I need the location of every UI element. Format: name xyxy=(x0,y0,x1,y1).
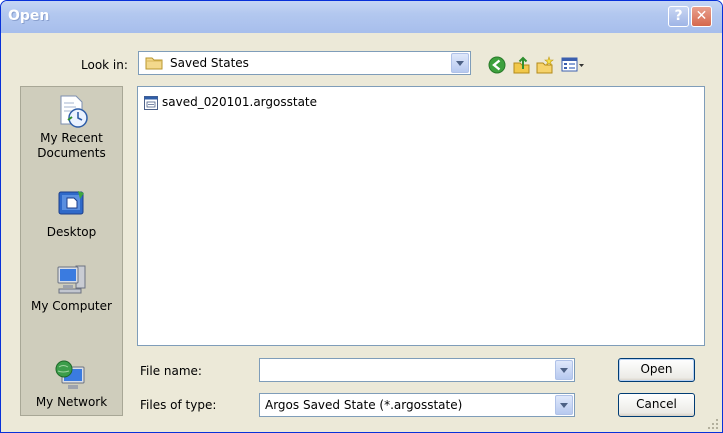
files-of-type-combo[interactable]: Argos Saved State (*.argosstate) xyxy=(259,393,575,417)
file-name-combo[interactable] xyxy=(259,358,575,382)
place-label: Desktop xyxy=(46,225,97,239)
close-button[interactable]: ✕ xyxy=(691,6,712,27)
open-dialog: Open ? ✕ Look in: Saved States My Recent… xyxy=(0,0,723,433)
look-in-label: Look in: xyxy=(81,58,128,72)
open-button[interactable]: Open xyxy=(618,358,695,382)
place-my-computer[interactable]: My Computer xyxy=(21,261,122,314)
resize-grip-icon[interactable] xyxy=(707,418,719,430)
look-in-dropdown-arrow[interactable] xyxy=(451,53,469,73)
help-button[interactable]: ? xyxy=(668,6,689,27)
my-network-icon xyxy=(55,360,84,389)
file-name-input[interactable] xyxy=(262,361,558,379)
back-icon[interactable] xyxy=(487,55,507,75)
places-bar: My Recent Documents Desktop My Computer xyxy=(20,86,123,416)
folder-icon xyxy=(145,57,163,70)
place-my-recent-documents[interactable]: My Recent Documents xyxy=(21,93,122,161)
title-bar[interactable]: Open ? ✕ xyxy=(1,1,722,33)
recent-documents-icon xyxy=(60,95,88,128)
look-in-combo[interactable]: Saved States xyxy=(138,51,471,75)
file-icon xyxy=(144,96,158,110)
new-folder-icon[interactable] xyxy=(535,55,555,75)
file-name: saved_020101.argosstate xyxy=(162,95,318,109)
file-list[interactable]: saved_020101.argosstate xyxy=(137,86,705,346)
files-of-type-dropdown-arrow[interactable] xyxy=(555,395,573,415)
place-label: My Recent Documents xyxy=(37,131,106,160)
place-desktop[interactable]: Desktop xyxy=(21,187,122,240)
file-name-dropdown-arrow[interactable] xyxy=(555,360,573,380)
desktop-icon xyxy=(58,191,84,215)
my-computer-icon xyxy=(57,265,85,294)
up-folder-icon[interactable] xyxy=(512,55,532,75)
cancel-button[interactable]: Cancel xyxy=(618,393,695,417)
file-name-label: File name: xyxy=(140,364,202,378)
place-label: My Network xyxy=(35,395,108,409)
place-my-network[interactable]: My Network xyxy=(21,357,122,410)
views-menu-icon[interactable] xyxy=(560,55,586,75)
window-title: Open xyxy=(8,8,50,24)
look-in-value: Saved States xyxy=(170,56,249,70)
files-of-type-value: Argos Saved State (*.argosstate) xyxy=(265,398,463,412)
place-label: My Computer xyxy=(31,299,112,313)
files-of-type-label: Files of type: xyxy=(140,398,217,412)
